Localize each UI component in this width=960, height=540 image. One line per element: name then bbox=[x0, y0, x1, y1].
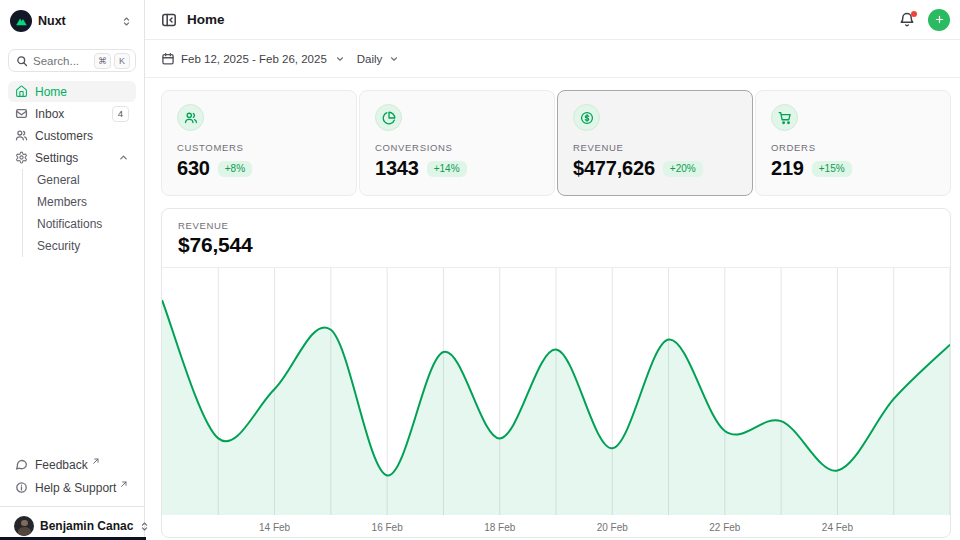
stat-value: $477,626 bbox=[573, 157, 655, 180]
avatar bbox=[14, 516, 34, 536]
stat-card-customers[interactable]: CUSTOMERS 630 +8% bbox=[161, 90, 357, 196]
notifications-button[interactable] bbox=[899, 12, 915, 28]
x-tick-label: 14 Feb bbox=[259, 522, 290, 533]
team-name: Nuxt bbox=[38, 14, 115, 28]
revenue-chart-card: REVENUE $76,544 14 Feb 16 Feb 18 Feb 20 Feb… bbox=[161, 208, 951, 538]
search-placeholder: Search... bbox=[33, 55, 89, 67]
stat-label: CUSTOMERS bbox=[177, 142, 341, 153]
nuxt-logo-icon bbox=[10, 10, 32, 32]
chevrons-up-down-icon bbox=[121, 16, 132, 27]
sidebar-item-customers[interactable]: Customers bbox=[8, 125, 136, 146]
chart-pie-icon bbox=[375, 104, 402, 131]
notification-dot bbox=[911, 11, 917, 17]
sidebar-item-label: Home bbox=[35, 85, 67, 99]
main: Home Feb 12, 2025 - Feb 26, 2025 bbox=[145, 0, 960, 540]
sidebar-nav: Home Inbox 4 Customers Settings bbox=[8, 81, 136, 259]
add-button[interactable] bbox=[928, 9, 950, 31]
sidebar-item-label: Inbox bbox=[35, 107, 64, 121]
sidebar-item-label: Settings bbox=[35, 151, 78, 165]
sidebar-item-label: Customers bbox=[35, 129, 93, 143]
chart-header: REVENUE $76,544 bbox=[162, 209, 950, 268]
sidebar: Nuxt Search... ⌘ K Home bbox=[0, 0, 145, 540]
search-shortcut: ⌘ K bbox=[94, 53, 130, 69]
external-link-icon bbox=[120, 480, 128, 488]
sidebar-item-security[interactable]: Security bbox=[23, 235, 136, 257]
feedback-link[interactable]: Feedback bbox=[8, 454, 136, 475]
app: Nuxt Search... ⌘ K Home bbox=[0, 0, 960, 540]
date-range-label: Feb 12, 2025 - Feb 26, 2025 bbox=[181, 53, 327, 65]
sidebar-item-members[interactable]: Members bbox=[23, 191, 136, 213]
stat-label: ORDERS bbox=[771, 142, 935, 153]
x-tick-label: 18 Feb bbox=[484, 522, 515, 533]
content: CUSTOMERS 630 +8% CONVERSIONS 1343 +14% bbox=[145, 78, 960, 538]
stat-label: CONVERSIONS bbox=[375, 142, 539, 153]
granularity-select[interactable]: Daily bbox=[357, 53, 400, 65]
inbox-icon bbox=[15, 107, 28, 120]
stat-delta-badge: +8% bbox=[218, 161, 252, 177]
filter-bar: Feb 12, 2025 - Feb 26, 2025 Daily bbox=[145, 40, 960, 78]
topbar: Home bbox=[145, 0, 960, 40]
calendar-icon bbox=[161, 52, 175, 66]
chart-value: $76,544 bbox=[178, 233, 934, 257]
users-icon bbox=[15, 129, 28, 142]
users-icon bbox=[177, 104, 204, 131]
message-circle-icon bbox=[15, 458, 28, 471]
settings-subnav: General Members Notifications Security bbox=[22, 169, 136, 257]
stat-delta-badge: +15% bbox=[812, 161, 852, 177]
x-tick-label: 22 Feb bbox=[709, 522, 740, 533]
chart-label: REVENUE bbox=[178, 220, 934, 231]
stat-value: 1343 bbox=[375, 157, 419, 180]
sidebar-item-notifications[interactable]: Notifications bbox=[23, 213, 136, 235]
sidebar-item-settings[interactable]: Settings bbox=[8, 147, 136, 168]
feedback-label: Feedback bbox=[35, 458, 88, 472]
date-range-picker[interactable]: Feb 12, 2025 - Feb 26, 2025 bbox=[161, 52, 345, 66]
x-tick-label: 20 Feb bbox=[597, 522, 628, 533]
inbox-count-badge: 4 bbox=[112, 106, 129, 122]
circle-dollar-icon bbox=[573, 104, 600, 131]
sidebar-item-home[interactable]: Home bbox=[8, 81, 136, 102]
page-title: Home bbox=[187, 12, 225, 27]
chevron-down-icon bbox=[389, 54, 399, 64]
help-support-link[interactable]: Help & Support bbox=[8, 477, 136, 498]
x-tick-label: 24 Feb bbox=[822, 522, 853, 533]
sidebar-item-inbox[interactable]: Inbox 4 bbox=[8, 103, 136, 124]
info-icon bbox=[15, 481, 28, 494]
x-axis-labels: 14 Feb 16 Feb 18 Feb 20 Feb 22 Feb 24 Feb bbox=[162, 515, 950, 537]
chevron-down-icon bbox=[335, 54, 345, 64]
stat-delta-badge: +20% bbox=[663, 161, 703, 177]
area-chart bbox=[162, 268, 950, 515]
user-name: Benjamin Canac bbox=[40, 519, 133, 533]
stat-delta-badge: +14% bbox=[427, 161, 467, 177]
stat-card-revenue[interactable]: REVENUE $477,626 +20% bbox=[557, 90, 753, 196]
shopping-cart-icon bbox=[771, 104, 798, 131]
stat-card-conversions[interactable]: CONVERSIONS 1343 +14% bbox=[359, 90, 555, 196]
chevrons-up-down-icon bbox=[139, 521, 150, 532]
revenue-chart[interactable]: 14 Feb 16 Feb 18 Feb 20 Feb 22 Feb 24 Feb bbox=[162, 268, 950, 537]
search-icon bbox=[16, 55, 28, 67]
home-icon bbox=[15, 85, 28, 98]
search-input[interactable]: Search... ⌘ K bbox=[8, 49, 136, 72]
stat-label: REVENUE bbox=[573, 142, 737, 153]
stat-value: 630 bbox=[177, 157, 210, 180]
stats-row: CUSTOMERS 630 +8% CONVERSIONS 1343 +14% bbox=[161, 90, 951, 196]
sidebar-item-general[interactable]: General bbox=[23, 169, 136, 191]
external-link-icon bbox=[92, 457, 100, 465]
help-support-label: Help & Support bbox=[35, 481, 116, 495]
gear-icon bbox=[15, 151, 28, 164]
stat-value: 219 bbox=[771, 157, 804, 180]
collapse-sidebar-icon[interactable] bbox=[161, 12, 177, 28]
user-menu[interactable]: Benjamin Canac bbox=[8, 507, 136, 540]
chevron-up-icon bbox=[118, 152, 129, 163]
team-switcher[interactable]: Nuxt bbox=[8, 8, 136, 34]
x-tick-label: 16 Feb bbox=[372, 522, 403, 533]
stat-card-orders[interactable]: ORDERS 219 +15% bbox=[755, 90, 951, 196]
granularity-label: Daily bbox=[357, 53, 383, 65]
